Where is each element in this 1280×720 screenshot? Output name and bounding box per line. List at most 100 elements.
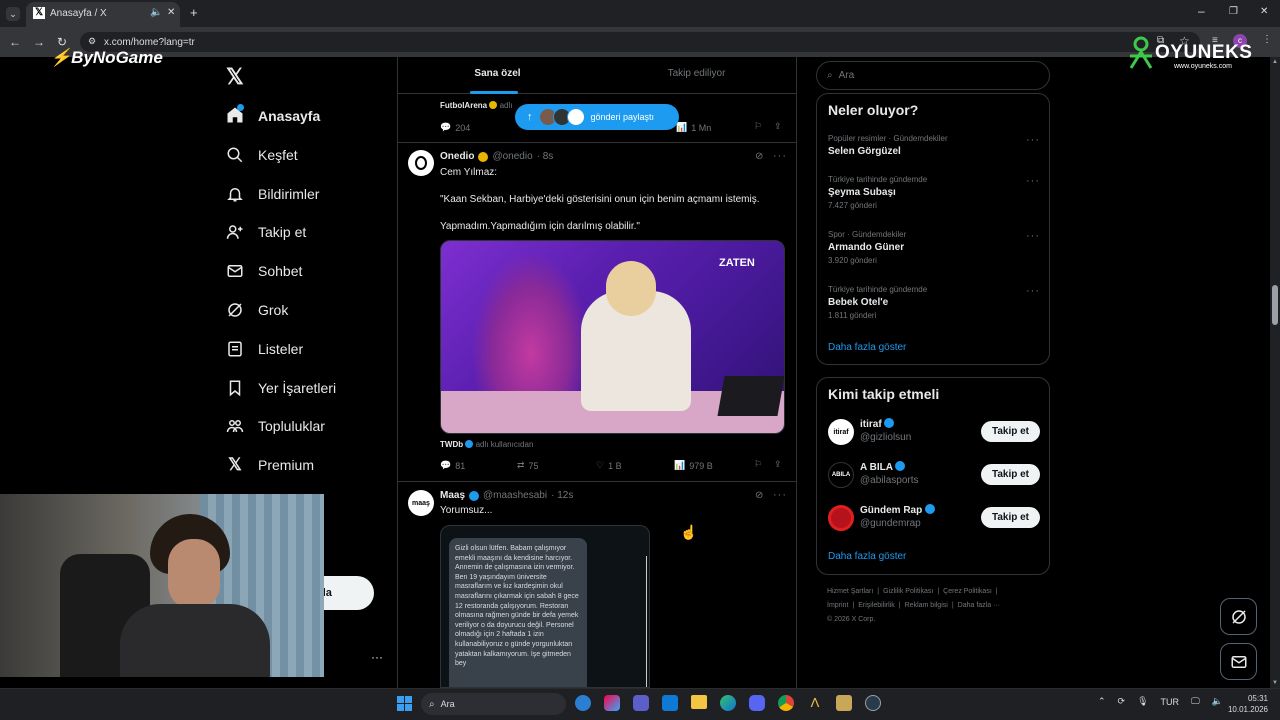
like-button[interactable]: ♡ 1 B — [596, 460, 622, 471]
browser-tab[interactable]: 𝕏 Anasayfa / X 🔈 ✕ — [26, 2, 180, 27]
sidebar-item-notifications[interactable]: Bildirimler — [226, 179, 319, 209]
trend-item[interactable]: Spor · Gündemdekiler Armando Güner 3.920… — [828, 230, 1040, 270]
footer-link[interactable]: Daha fazla ··· — [958, 602, 1000, 609]
teams-icon[interactable] — [633, 695, 649, 711]
tab-for-you[interactable]: Sana özel — [398, 57, 597, 94]
post-image[interactable]: Gizli olsun lütfen. Babam çalışmıyor eme… — [440, 525, 650, 688]
steam-icon[interactable] — [865, 695, 881, 711]
footer-link[interactable]: Reklam bilgisi — [905, 602, 948, 609]
post-author-name[interactable]: Maaş — [440, 490, 465, 501]
trend-item[interactable]: Türkiye tarihinde gündemde Bebek Otel'e … — [828, 285, 1040, 325]
discord-icon[interactable] — [749, 695, 765, 711]
post-author-name[interactable]: Onedio — [440, 151, 474, 162]
scrollbar-thumb[interactable] — [1272, 285, 1278, 325]
copilot-icon[interactable] — [575, 695, 591, 711]
close-window-button[interactable]: ✕ — [1260, 6, 1268, 17]
url-field[interactable]: ⚙ x.com/home?lang=tr — [80, 32, 1200, 52]
sync-icon[interactable]: ⟳ — [1118, 696, 1126, 707]
repost-button[interactable]: ⇄ 75 — [517, 460, 539, 471]
scrollbar-down-arrow-icon[interactable]: ▼ — [1272, 680, 1278, 686]
search-box[interactable]: ⌕ Ara — [816, 61, 1050, 90]
league-icon[interactable] — [836, 695, 852, 711]
trend-item[interactable]: Türkiye tarihinde gündemde Şeyma Subaşı … — [828, 175, 1040, 215]
chrome-icon[interactable] — [778, 695, 794, 711]
trend-more-icon[interactable]: ··· — [1026, 230, 1040, 242]
sidebar-item-communities[interactable]: Topluluklar — [226, 411, 325, 441]
messages-float-button[interactable] — [1220, 643, 1257, 680]
minimize-button[interactable]: – — [1198, 4, 1205, 18]
sidebar-item-grok[interactable]: Grok — [226, 295, 288, 325]
follow-button[interactable]: Takip et — [981, 464, 1040, 485]
microphone-icon[interactable]: 🎙 — [1137, 696, 1148, 707]
footer-link[interactable]: Erişilebilirlik — [858, 602, 895, 609]
views-button[interactable]: 📊 979 B — [674, 460, 713, 471]
post-time[interactable]: · 8s — [537, 151, 554, 162]
account-more-icon[interactable]: ··· — [371, 650, 383, 664]
edge-icon[interactable] — [720, 695, 736, 711]
trend-more-icon[interactable]: ··· — [1026, 134, 1040, 146]
tab-close-icon[interactable]: ✕ — [167, 7, 175, 18]
post-author-handle[interactable]: @onedio — [492, 151, 532, 162]
footer-link[interactable]: Gizlilik Politikası — [883, 588, 933, 595]
trend-more-icon[interactable]: ··· — [1026, 285, 1040, 297]
bookmark-button[interactable]: ⚐ — [754, 121, 762, 132]
new-posts-pill[interactable]: ↑ gönderi paylaştı — [515, 104, 679, 130]
page-scrollbar[interactable]: ▲ ▼ — [1270, 57, 1280, 688]
footer-link[interactable]: Çerez Politikası — [943, 588, 992, 595]
maximize-button[interactable]: ❐ — [1229, 6, 1238, 17]
post-source-name[interactable]: TWDb — [440, 440, 463, 449]
grok-post-icon[interactable]: ⊘ — [755, 151, 763, 162]
new-tab-button[interactable]: + — [190, 5, 198, 20]
post-source-name[interactable]: FutbolArena — [440, 101, 487, 110]
views-button[interactable]: 📊 1 Mn — [676, 122, 711, 133]
file-explorer-icon[interactable] — [691, 695, 707, 709]
reload-icon[interactable]: ↻ — [57, 35, 67, 49]
chevron-up-icon[interactable]: ⌃ — [1098, 696, 1106, 707]
back-icon[interactable]: ← — [9, 35, 21, 49]
post-avatar[interactable] — [408, 150, 434, 176]
post-more-icon[interactable]: ··· — [773, 150, 787, 162]
sidebar-item-follow[interactable]: Takip et — [226, 217, 306, 247]
language-indicator[interactable]: TUR — [1161, 697, 1180, 707]
share-button[interactable]: ⇪ — [774, 121, 782, 132]
x-logo-icon[interactable]: 𝕏 — [226, 64, 244, 90]
footer-link[interactable]: Hizmet Şartları — [827, 588, 873, 595]
url-text[interactable]: x.com/home?lang=tr — [104, 37, 195, 48]
who-show-more-link[interactable]: Daha fazla göster — [828, 551, 906, 562]
follow-suggestion[interactable]: itiraf itiraf @gizliolsun Takip et — [828, 416, 1040, 450]
taskbar-search[interactable]: ⌕ Ara — [421, 693, 566, 715]
browser-menu-icon[interactable]: ⋮ — [1262, 34, 1272, 45]
site-info-icon[interactable]: ⚙ — [88, 36, 96, 47]
store-icon[interactable] — [662, 695, 678, 711]
forward-icon[interactable]: → — [33, 35, 45, 49]
post-more-icon[interactable]: ··· — [773, 489, 787, 501]
trends-show-more-link[interactable]: Daha fazla göster — [828, 342, 906, 353]
follow-suggestion[interactable]: ABILA A BILA @abilasports Takip et — [828, 459, 1040, 493]
taskbar-clock[interactable]: 05:31 10.01.2026 — [1226, 693, 1268, 715]
post-time[interactable]: · 12s — [551, 490, 573, 501]
display-icon[interactable]: 🖵 — [1191, 696, 1200, 707]
share-button[interactable]: ⇪ — [774, 459, 782, 470]
tab-audio-icon[interactable]: 🔈 — [150, 7, 162, 18]
footer-link[interactable]: İmprint — [827, 602, 848, 609]
post-video[interactable]: ZATEN — [440, 240, 785, 434]
sidebar-item-lists[interactable]: Listeler — [226, 334, 303, 364]
sidebar-item-premium[interactable]: 𝕏 Premium — [226, 450, 314, 480]
bookmark-button[interactable]: ⚐ — [754, 459, 762, 470]
reply-button[interactable]: 💬 204 — [440, 122, 470, 133]
reply-button[interactable]: 💬 81 — [440, 460, 465, 471]
sidebar-item-explore[interactable]: Keşfet — [226, 140, 298, 170]
tab-list-button[interactable]: ⌄ — [6, 7, 20, 21]
tab-following[interactable]: Takip ediliyor — [597, 57, 796, 94]
sidebar-item-home[interactable]: Anasayfa — [226, 101, 320, 131]
follow-suggestion[interactable]: Gündem Rap @gundemrap Takip et — [828, 502, 1040, 536]
grok-post-icon[interactable]: ⊘ — [755, 490, 763, 501]
volume-icon[interactable]: 🔈 — [1212, 696, 1223, 707]
trend-item[interactable]: Popüler resimler · Gündemdekiler Selen G… — [828, 134, 1040, 164]
post-author-handle[interactable]: @maashesabi — [483, 490, 547, 501]
widgets-icon[interactable] — [604, 695, 620, 711]
windows-start-icon[interactable] — [397, 696, 412, 711]
scrollbar-up-arrow-icon[interactable]: ▲ — [1272, 59, 1278, 65]
grok-float-button[interactable] — [1220, 598, 1257, 635]
post-avatar[interactable]: maaş — [408, 490, 434, 516]
